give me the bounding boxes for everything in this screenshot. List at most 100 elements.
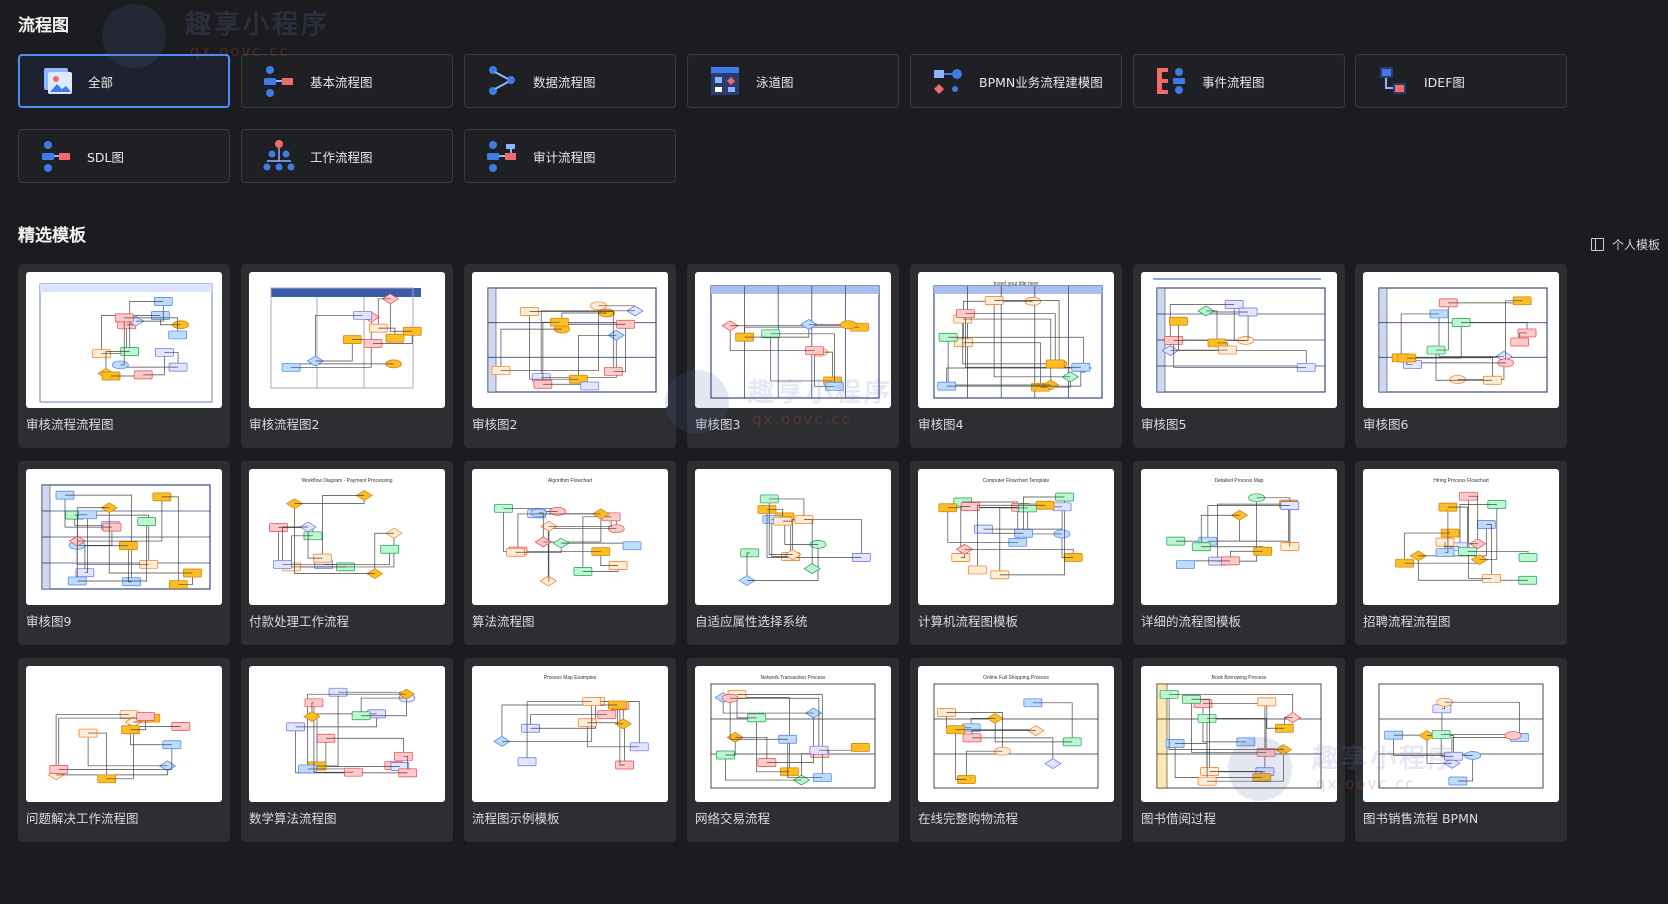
template-label: 图书销售流程 BPMN <box>1363 811 1479 826</box>
template-label: 审核流程图2 <box>249 417 320 432</box>
workflow-icon <box>262 139 296 173</box>
template-label: 在线完整购物流程 <box>918 811 1019 826</box>
category-label: BPMN业务流程建模图 <box>979 74 1103 90</box>
category-button[interactable]: SDL图 <box>18 129 230 183</box>
template-card[interactable]: Detailed Process Map 详细的流程图模板 <box>1133 461 1345 645</box>
personal-templates-button[interactable]: 个人模板 <box>1590 236 1660 253</box>
template-icon <box>1590 238 1604 251</box>
all-icon <box>40 64 74 98</box>
category-button[interactable]: 基本流程图 <box>241 54 453 108</box>
template-card[interactable]: 数学算法流程图 <box>241 658 453 842</box>
template-card[interactable]: 审核图6 <box>1355 264 1567 448</box>
template-card[interactable]: Process Map Examples 流程图示例模板 <box>464 658 676 842</box>
template-label: 详细的流程图模板 <box>1141 614 1242 629</box>
thumbnail-title: Algorithm Flowchart <box>547 478 593 484</box>
template-label: 审核图3 <box>695 417 741 432</box>
template-label: 自适应属性选择系统 <box>695 614 808 629</box>
thumbnail-title: Insert your title here <box>993 281 1039 287</box>
category-button[interactable]: 工作流程图 <box>241 129 453 183</box>
template-label: 问题解决工作流程图 <box>26 811 139 826</box>
template-thumbnail: Computer Flowchart Template <box>918 469 1114 605</box>
template-label: 审核流程流程图 <box>26 417 114 432</box>
category-label: 工作流程图 <box>310 149 373 165</box>
template-card[interactable]: Workflow Diagram - Payment Processing 付款… <box>241 461 453 645</box>
template-card[interactable]: Computer Flowchart Template 计算机流程图模板 <box>910 461 1122 645</box>
template-thumbnail <box>1363 666 1559 802</box>
data-flow-icon <box>485 64 519 98</box>
category-label: SDL图 <box>87 149 125 165</box>
thumbnail-title: Network Transaction Process <box>760 675 826 681</box>
template-thumbnail <box>472 272 668 408</box>
template-thumbnail: Process Map Examples <box>472 666 668 802</box>
template-card[interactable]: Online Full Shopping Process 在线完整购物流程 <box>910 658 1122 842</box>
template-thumbnail <box>249 272 445 408</box>
template-thumbnail <box>695 469 891 605</box>
template-card[interactable]: 审核图5 <box>1133 264 1345 448</box>
template-thumbnail: Hiring Process Flowchart <box>1363 469 1559 605</box>
thumbnail-title: Computer Flowchart Template <box>982 478 1050 484</box>
basic-flow-icon <box>262 64 296 98</box>
category-button[interactable]: BPMN业务流程建模图 <box>910 54 1122 108</box>
template-thumbnail: Detailed Process Map <box>1141 469 1337 605</box>
audit-flow-icon <box>485 139 519 173</box>
template-thumbnail: Book Borrowing Process <box>1141 666 1337 802</box>
template-card[interactable]: 审核流程图2 <box>241 264 453 448</box>
category-button[interactable]: 数据流程图 <box>464 54 676 108</box>
template-card[interactable]: Algorithm Flowchart 算法流程图 <box>464 461 676 645</box>
template-card[interactable]: 问题解决工作流程图 <box>18 658 230 842</box>
template-thumbnail <box>26 666 222 802</box>
sdl-icon <box>39 139 73 173</box>
template-card[interactable]: 自适应属性选择系统 <box>687 461 899 645</box>
template-card[interactable]: Book Borrowing Process 图书借阅过程 <box>1133 658 1345 842</box>
template-thumbnail <box>695 272 891 408</box>
template-card[interactable]: 审核图3 <box>687 264 899 448</box>
thumbnail-title: Online Full Shopping Process <box>983 675 1049 681</box>
template-thumbnail <box>249 666 445 802</box>
bpmn-icon <box>931 64 965 98</box>
template-label: 审核图5 <box>1141 417 1187 432</box>
template-label: 付款处理工作流程 <box>249 614 350 629</box>
template-label: 审核图9 <box>26 614 72 629</box>
template-card[interactable]: 审核图2 <box>464 264 676 448</box>
template-thumbnail: Workflow Diagram - Payment Processing <box>249 469 445 605</box>
category-button[interactable]: IDEF图 <box>1355 54 1567 108</box>
template-thumbnail <box>26 272 222 408</box>
thumbnail-title: Process Map Examples <box>543 675 597 681</box>
template-thumbnail: Insert your title here <box>918 272 1114 408</box>
template-label: 招聘流程流程图 <box>1363 614 1451 629</box>
thumbnail-title: Hiring Process Flowchart <box>1433 478 1489 484</box>
template-label: 网络交易流程 <box>695 811 771 826</box>
category-label: 全部 <box>88 74 114 90</box>
category-button[interactable]: 泳道图 <box>687 54 899 108</box>
template-card[interactable]: Network Transaction Process 网络交易流程 <box>687 658 899 842</box>
thumbnail-title: Book Borrowing Process <box>1211 675 1267 681</box>
template-card[interactable]: Insert your title here 审核图4 <box>910 264 1122 448</box>
template-card[interactable]: Hiring Process Flowchart 招聘流程流程图 <box>1355 461 1567 645</box>
template-label: 数学算法流程图 <box>249 811 337 826</box>
template-card[interactable]: 图书销售流程 BPMN <box>1355 658 1567 842</box>
category-label: 泳道图 <box>756 74 794 90</box>
watermark-brand: 趣享小程序 <box>185 10 331 40</box>
template-label: 图书借阅过程 <box>1141 811 1217 826</box>
template-label: 审核图4 <box>918 417 964 432</box>
template-label: 计算机流程图模板 <box>918 614 1019 629</box>
personal-templates-label: 个人模板 <box>1611 238 1660 252</box>
category-label: 基本流程图 <box>310 74 373 90</box>
template-thumbnail: Network Transaction Process <box>695 666 891 802</box>
template-thumbnail <box>26 469 222 605</box>
template-label: 流程图示例模板 <box>472 811 560 826</box>
idef-icon <box>1376 64 1410 98</box>
category-label: 事件流程图 <box>1202 74 1265 90</box>
category-button[interactable]: 全部 <box>18 54 230 108</box>
template-label: 算法流程图 <box>472 614 535 629</box>
template-card[interactable]: 审核流程流程图 <box>18 264 230 448</box>
category-label: IDEF图 <box>1424 74 1465 90</box>
flowchart-section-title: 流程图 <box>18 16 69 36</box>
category-button[interactable]: 事件流程图 <box>1133 54 1345 108</box>
template-card[interactable]: 审核图9 <box>18 461 230 645</box>
swimlane-icon <box>708 64 742 98</box>
template-label: 审核图6 <box>1363 417 1409 432</box>
thumbnail-title: Workflow Diagram - Payment Processing <box>301 478 393 484</box>
category-button[interactable]: 审计流程图 <box>464 129 676 183</box>
template-thumbnail <box>1141 272 1337 408</box>
